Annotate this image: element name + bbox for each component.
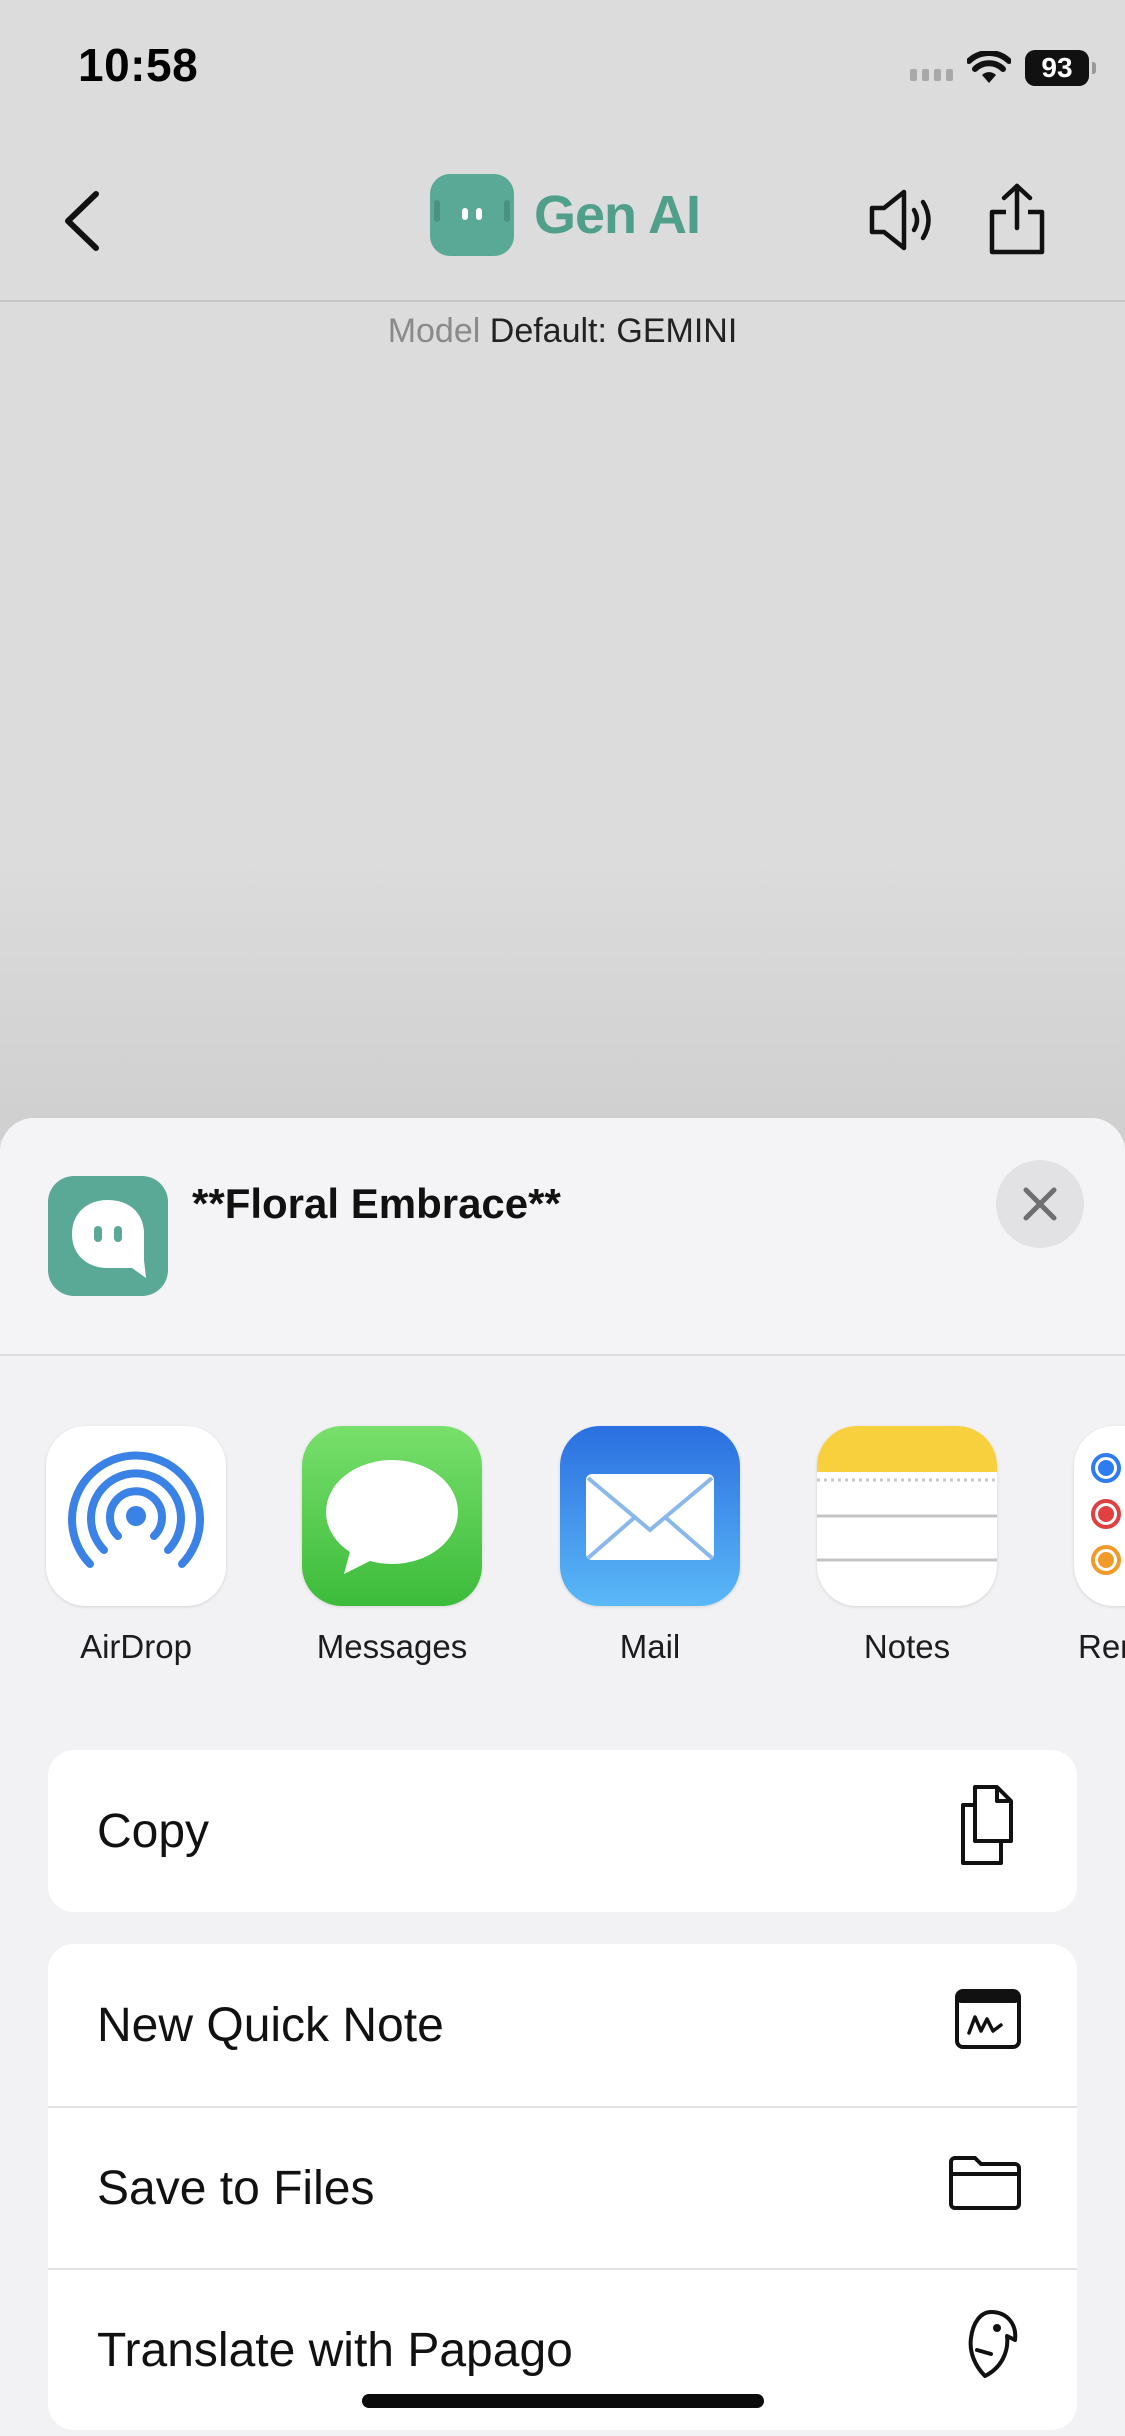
app-label: Messages xyxy=(316,1628,468,1665)
model-indicator: Model Default: GEMINI xyxy=(0,312,1125,351)
gen-ai-app-icon xyxy=(48,1176,168,1296)
quick-note-icon xyxy=(953,1987,1023,2063)
share-icon xyxy=(989,183,1045,255)
status-indicators: 93 xyxy=(910,46,1096,90)
share-sheet: **Floral Embrace** AirDrop Messages Mail… xyxy=(0,1118,1125,2436)
navigation-bar: Gen AI xyxy=(0,140,1125,302)
reminders-icon xyxy=(1074,1426,1125,1606)
status-bar: 10:58 93 xyxy=(0,0,1125,140)
folder-icon xyxy=(947,2152,1023,2224)
share-sheet-title: **Floral Embrace** xyxy=(192,1180,561,1227)
share-app-airdrop[interactable]: AirDrop xyxy=(46,1426,226,1666)
model-label: Model xyxy=(387,312,481,350)
action-label: Copy xyxy=(97,1804,210,1858)
speaker-icon xyxy=(869,189,931,251)
app-label: Notes xyxy=(863,1628,951,1665)
share-app-reminders[interactable]: Rer xyxy=(1074,1426,1125,1666)
share-app-mail[interactable]: Mail xyxy=(560,1426,740,1666)
status-time: 10:58 xyxy=(78,39,199,91)
action-label: Translate with Papago xyxy=(97,2323,573,2377)
share-app-messages[interactable]: Messages xyxy=(302,1426,482,1666)
app-label: Rer xyxy=(1078,1628,1125,1665)
cellular-signal-icon xyxy=(910,55,953,81)
action-group-copy: Copy xyxy=(48,1750,1077,1912)
model-value: Default: GEMINI xyxy=(489,312,738,350)
wifi-icon xyxy=(967,51,1011,85)
messages-icon xyxy=(302,1426,482,1606)
action-label: Save to Files xyxy=(97,2161,375,2215)
action-label: New Quick Note xyxy=(97,1998,444,2052)
speaker-button[interactable] xyxy=(866,184,938,256)
new-quick-note-action[interactable]: New Quick Note xyxy=(48,1944,1077,2106)
brand-name: Gen AI xyxy=(534,185,701,245)
app-label: Mail xyxy=(619,1628,681,1665)
share-button[interactable] xyxy=(984,182,1050,258)
action-group-more: New Quick Note Save to Files Translate w… xyxy=(48,1944,1077,2430)
close-button[interactable] xyxy=(996,1160,1084,1248)
papago-icon xyxy=(961,2306,1023,2394)
copy-action[interactable]: Copy xyxy=(48,1750,1077,1912)
app-background: 10:58 93 Gen AI Model Default: GEMINI xyxy=(0,0,1125,1140)
back-button[interactable] xyxy=(58,186,108,256)
mail-icon xyxy=(560,1426,740,1606)
save-to-files-action[interactable]: Save to Files xyxy=(48,2106,1077,2268)
app-label: AirDrop xyxy=(80,1628,192,1665)
gen-ai-logo-icon xyxy=(430,174,514,256)
close-icon xyxy=(1023,1187,1057,1221)
chevron-left-icon xyxy=(65,191,99,251)
share-apps-row: AirDrop Messages Mail Notes Re xyxy=(0,1426,1125,1696)
battery-icon: 93 xyxy=(1025,50,1096,86)
brand-header: Gen AI xyxy=(430,174,701,256)
share-app-notes[interactable]: Notes xyxy=(817,1426,997,1666)
notes-icon xyxy=(817,1426,997,1606)
home-indicator[interactable] xyxy=(362,2394,764,2408)
share-sheet-header: **Floral Embrace** xyxy=(0,1118,1125,1356)
airdrop-icon xyxy=(46,1426,226,1606)
copy-icon xyxy=(953,1783,1023,1879)
